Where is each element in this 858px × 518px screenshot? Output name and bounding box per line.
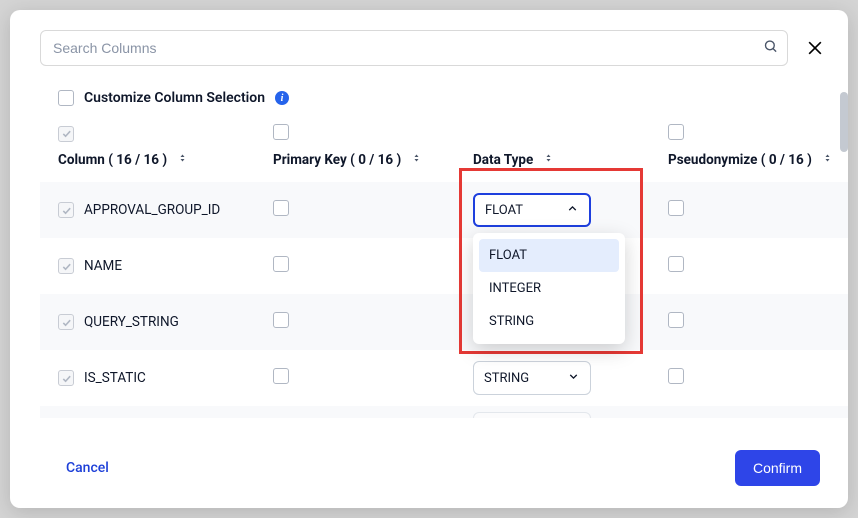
modal-footer: Cancel Confirm bbox=[10, 432, 848, 508]
pseudo-checkbox[interactable] bbox=[668, 256, 684, 272]
chevron-up-icon bbox=[566, 202, 579, 219]
chevron-down-icon bbox=[567, 370, 580, 387]
dropdown-option[interactable]: FLOAT bbox=[479, 239, 619, 272]
header-label: Data Type bbox=[473, 152, 533, 168]
pseudo-checkbox[interactable] bbox=[668, 368, 684, 384]
column-name: IS_STATIC bbox=[84, 370, 146, 386]
top-bar bbox=[10, 10, 848, 66]
search-wrapper bbox=[40, 30, 788, 66]
column-name: NAME bbox=[84, 258, 122, 274]
dropdown-option[interactable]: INTEGER bbox=[479, 272, 619, 305]
row-include-checkbox[interactable] bbox=[58, 202, 74, 218]
search-input[interactable] bbox=[40, 30, 788, 66]
pseudo-checkbox[interactable] bbox=[668, 200, 684, 216]
sort-icon bbox=[543, 152, 555, 168]
header-checkbox-row bbox=[40, 124, 848, 144]
confirm-button[interactable]: Confirm bbox=[735, 450, 820, 486]
datatype-dropdown: FLOAT INTEGER STRING bbox=[473, 233, 625, 344]
column-header-primarykey[interactable]: Primary Key ( 0 / 16 ) bbox=[273, 152, 473, 168]
select-value: STRING bbox=[484, 371, 529, 386]
primarykey-checkbox[interactable] bbox=[273, 368, 289, 384]
table-row: CREATED_BY FLOAT bbox=[40, 406, 848, 418]
customize-label: Customize Column Selection bbox=[84, 90, 265, 106]
table-header: Column ( 16 / 16 ) Primary Key ( 0 / 16 … bbox=[40, 144, 848, 182]
table-row: APPROVAL_GROUP_ID FLOAT FLOAT INTE bbox=[40, 182, 848, 238]
table-row: IS_STATIC STRING bbox=[40, 350, 848, 406]
primarykey-checkbox[interactable] bbox=[273, 200, 289, 216]
select-button[interactable]: FLOAT bbox=[473, 193, 591, 227]
column-header-column[interactable]: Column ( 16 / 16 ) bbox=[58, 152, 273, 168]
close-button[interactable] bbox=[802, 35, 828, 61]
column-header-pseudo[interactable]: Pseudonymize ( 0 / 16 ) bbox=[668, 152, 848, 168]
table-row: NAME bbox=[40, 238, 848, 294]
primarykey-checkbox[interactable] bbox=[273, 256, 289, 272]
header-label: Column ( 16 / 16 ) bbox=[58, 152, 167, 168]
row-include-checkbox[interactable] bbox=[58, 314, 74, 330]
column-name: APPROVAL_GROUP_ID bbox=[84, 202, 220, 218]
customize-row: Customize Column Selection i bbox=[10, 66, 848, 124]
table-row: QUERY_STRING bbox=[40, 294, 848, 350]
column-selection-modal: Customize Column Selection i Column ( 16… bbox=[10, 10, 848, 508]
scrollbar-thumb[interactable] bbox=[840, 92, 848, 152]
header-label: Primary Key ( 0 / 16 ) bbox=[273, 152, 401, 168]
pseudo-checkbox[interactable] bbox=[668, 312, 684, 328]
sort-icon bbox=[411, 152, 423, 168]
dropdown-option[interactable]: STRING bbox=[479, 305, 619, 338]
row-include-checkbox[interactable] bbox=[58, 258, 74, 274]
column-header-datatype[interactable]: Data Type bbox=[473, 152, 668, 168]
primarykey-checkbox[interactable] bbox=[273, 312, 289, 328]
datatype-select[interactable]: STRING bbox=[473, 361, 591, 395]
row-include-checkbox[interactable] bbox=[58, 370, 74, 386]
info-icon[interactable]: i bbox=[275, 91, 289, 105]
column-name: QUERY_STRING bbox=[84, 314, 179, 330]
select-all-pseudo-checkbox[interactable] bbox=[668, 124, 684, 140]
datatype-select[interactable]: FLOAT FLOAT INTEGER STRING bbox=[473, 193, 591, 227]
select-button[interactable]: STRING bbox=[473, 361, 591, 395]
table-body: APPROVAL_GROUP_ID FLOAT FLOAT INTE bbox=[40, 182, 848, 418]
table-container: Column ( 16 / 16 ) Primary Key ( 0 / 16 … bbox=[10, 124, 848, 432]
customize-checkbox[interactable] bbox=[58, 90, 74, 106]
select-value: FLOAT bbox=[485, 203, 523, 218]
select-button[interactable]: FLOAT bbox=[473, 412, 591, 418]
cancel-button[interactable]: Cancel bbox=[66, 460, 109, 476]
sort-icon bbox=[822, 152, 834, 168]
datatype-select[interactable]: FLOAT bbox=[473, 412, 591, 418]
search-icon bbox=[763, 39, 778, 58]
header-label: Pseudonymize ( 0 / 16 ) bbox=[668, 152, 812, 168]
select-all-column-checkbox[interactable] bbox=[58, 126, 74, 142]
sort-icon bbox=[177, 152, 189, 168]
select-all-primarykey-checkbox[interactable] bbox=[273, 124, 289, 140]
